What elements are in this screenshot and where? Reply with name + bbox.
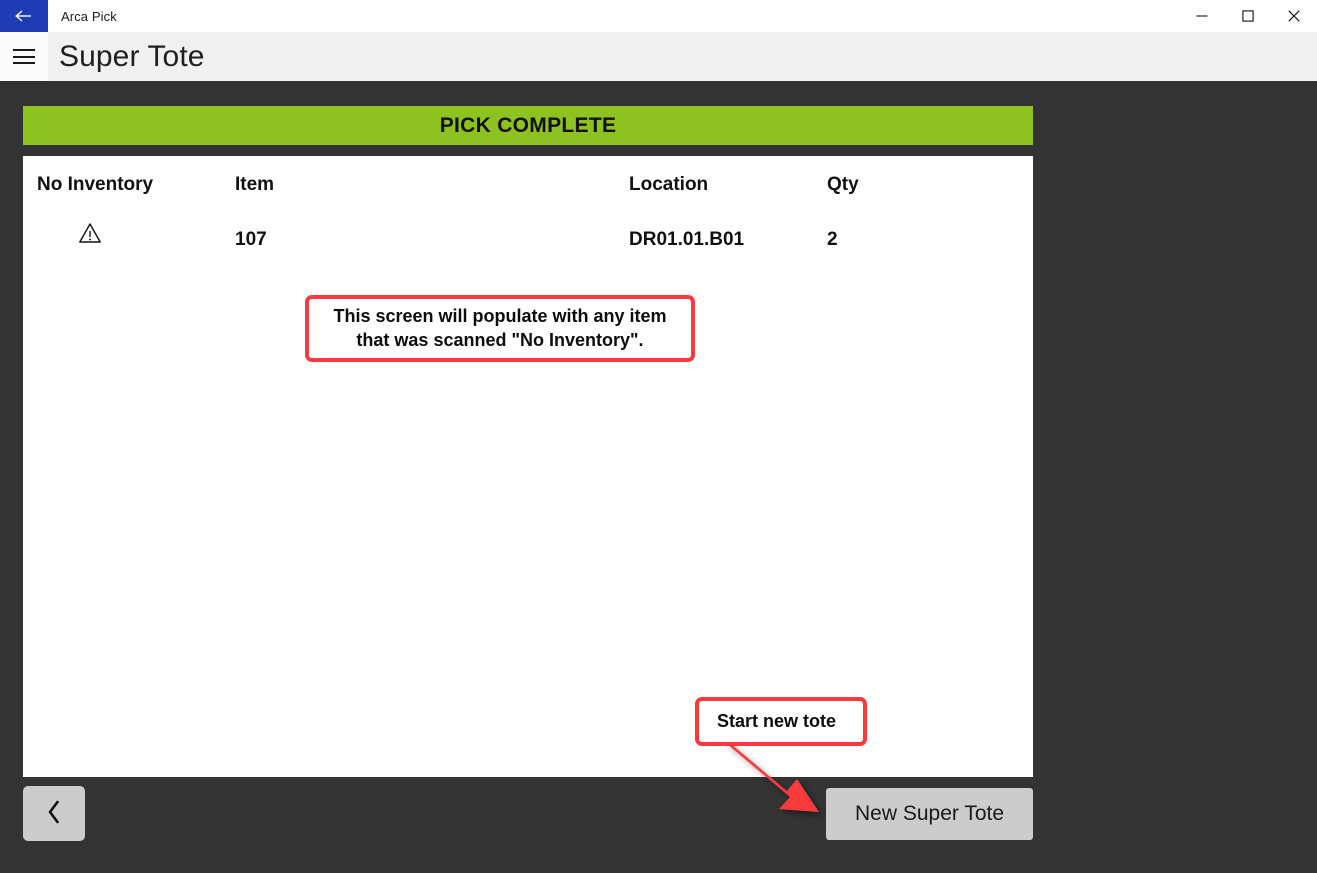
table-header-row: No Inventory Item Location Qty — [23, 156, 1033, 211]
annotation-tote-callout: Start new tote — [695, 697, 867, 746]
app-title: Arca Pick — [61, 8, 117, 24]
maximize-icon — [1242, 10, 1254, 22]
arrow-left-icon — [13, 8, 35, 24]
new-super-tote-button[interactable]: New Super Tote — [826, 788, 1033, 840]
hamburger-menu-icon — [13, 49, 35, 64]
title-bar: Arca Pick — [0, 0, 1317, 32]
cell-qty: 2 — [827, 229, 838, 250]
cell-location: DR01.01.B01 — [629, 229, 745, 250]
warning-triangle-icon — [78, 222, 102, 249]
column-header-no-inventory: No Inventory — [37, 174, 154, 195]
window-controls — [1179, 0, 1317, 32]
column-header-location: Location — [629, 174, 709, 195]
table-row[interactable]: 107 DR01.01.B01 2 — [23, 211, 1033, 266]
column-header-item: Item — [235, 174, 275, 195]
pick-table: No Inventory Item Location Qty 107 DR01.… — [23, 156, 1033, 266]
menu-button[interactable] — [0, 32, 48, 81]
back-button[interactable] — [23, 786, 85, 841]
close-icon — [1288, 10, 1300, 22]
content-panel: No Inventory Item Location Qty 107 DR01.… — [23, 156, 1033, 777]
close-button[interactable] — [1271, 0, 1317, 32]
header-bar: Super Tote — [0, 32, 1317, 81]
page-title: Super Tote — [59, 39, 205, 73]
maximize-button[interactable] — [1225, 0, 1271, 32]
cell-item: 107 — [235, 229, 267, 250]
column-header-qty: Qty — [827, 174, 859, 195]
annotation-note-callout: This screen will populate with any item … — [305, 295, 695, 362]
pick-complete-banner: PICK COMPLETE — [23, 106, 1033, 145]
app-window: Arca Pick Super Tote PICK COMPLETE No In… — [0, 0, 1317, 873]
chevron-left-icon — [45, 799, 63, 828]
minimize-icon — [1196, 10, 1208, 22]
window-back-button[interactable] — [0, 0, 48, 32]
minimize-button[interactable] — [1179, 0, 1225, 32]
